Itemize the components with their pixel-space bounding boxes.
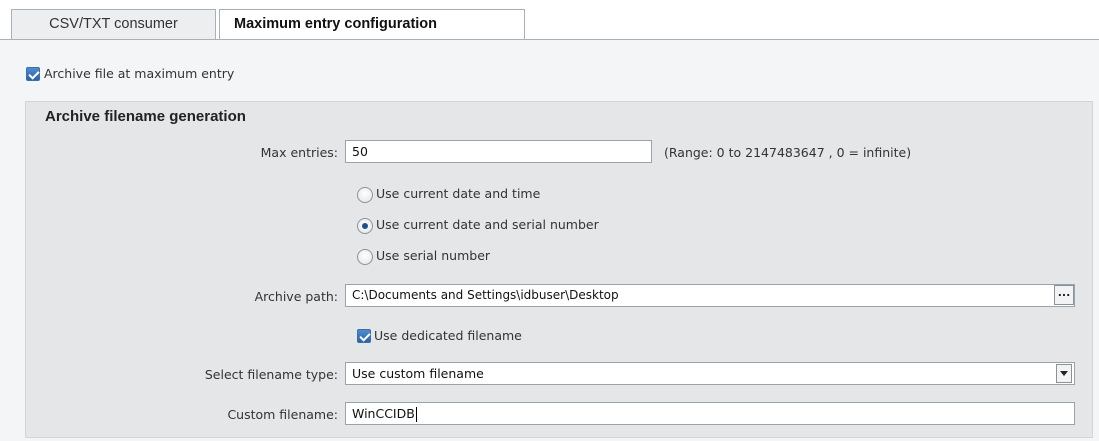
radio-serial-number-label[interactable]: Use serial number [376,248,490,263]
filename-type-value: Use custom filename [352,366,484,381]
custom-filename-label: Custom filename: [227,407,338,422]
filename-type-select[interactable]: Use custom filename [345,362,1075,385]
browse-button[interactable]: ... [1054,285,1074,305]
archive-file-checkbox-label[interactable]: Archive file at maximum entry [44,66,234,81]
chevron-down-icon[interactable] [1056,364,1072,383]
radio-serial-number[interactable] [357,249,373,265]
tab-maximum-entry-configuration[interactable]: Maximum entry configuration [219,9,525,40]
radio-date-serial[interactable] [357,218,373,234]
filename-type-label: Select filename type: [204,367,338,382]
tab-label: CSV/TXT consumer [49,16,178,32]
max-entries-range-hint: (Range: 0 to 2147483647 , 0 = infinite) [664,145,912,160]
tab-label: Maximum entry configuration [234,16,438,32]
archive-path-input[interactable]: C:\Documents and Settings\idbuser\Deskto… [345,284,1075,307]
text-cursor [415,407,417,422]
dedicated-filename-checkbox[interactable] [357,329,371,343]
radio-date-time-label[interactable]: Use current date and time [376,186,540,201]
dedicated-filename-label[interactable]: Use dedicated filename [374,328,522,343]
archive-file-checkbox[interactable] [26,67,40,81]
radio-date-serial-label[interactable]: Use current date and serial number [376,217,599,232]
radio-date-time[interactable] [357,187,373,203]
group-title: Archive filename generation [45,108,246,125]
max-entries-label: Max entries: [260,145,338,160]
archive-path-label: Archive path: [254,289,338,304]
tab-strip: CSV/TXT consumer Maximum entry configura… [0,0,1099,40]
custom-filename-input[interactable]: WinCCIDB [345,402,1075,425]
tab-csv-txt-consumer[interactable]: CSV/TXT consumer [11,9,216,39]
max-entries-input[interactable]: 50 [345,140,652,163]
custom-filename-value: WinCCIDB [352,406,415,421]
